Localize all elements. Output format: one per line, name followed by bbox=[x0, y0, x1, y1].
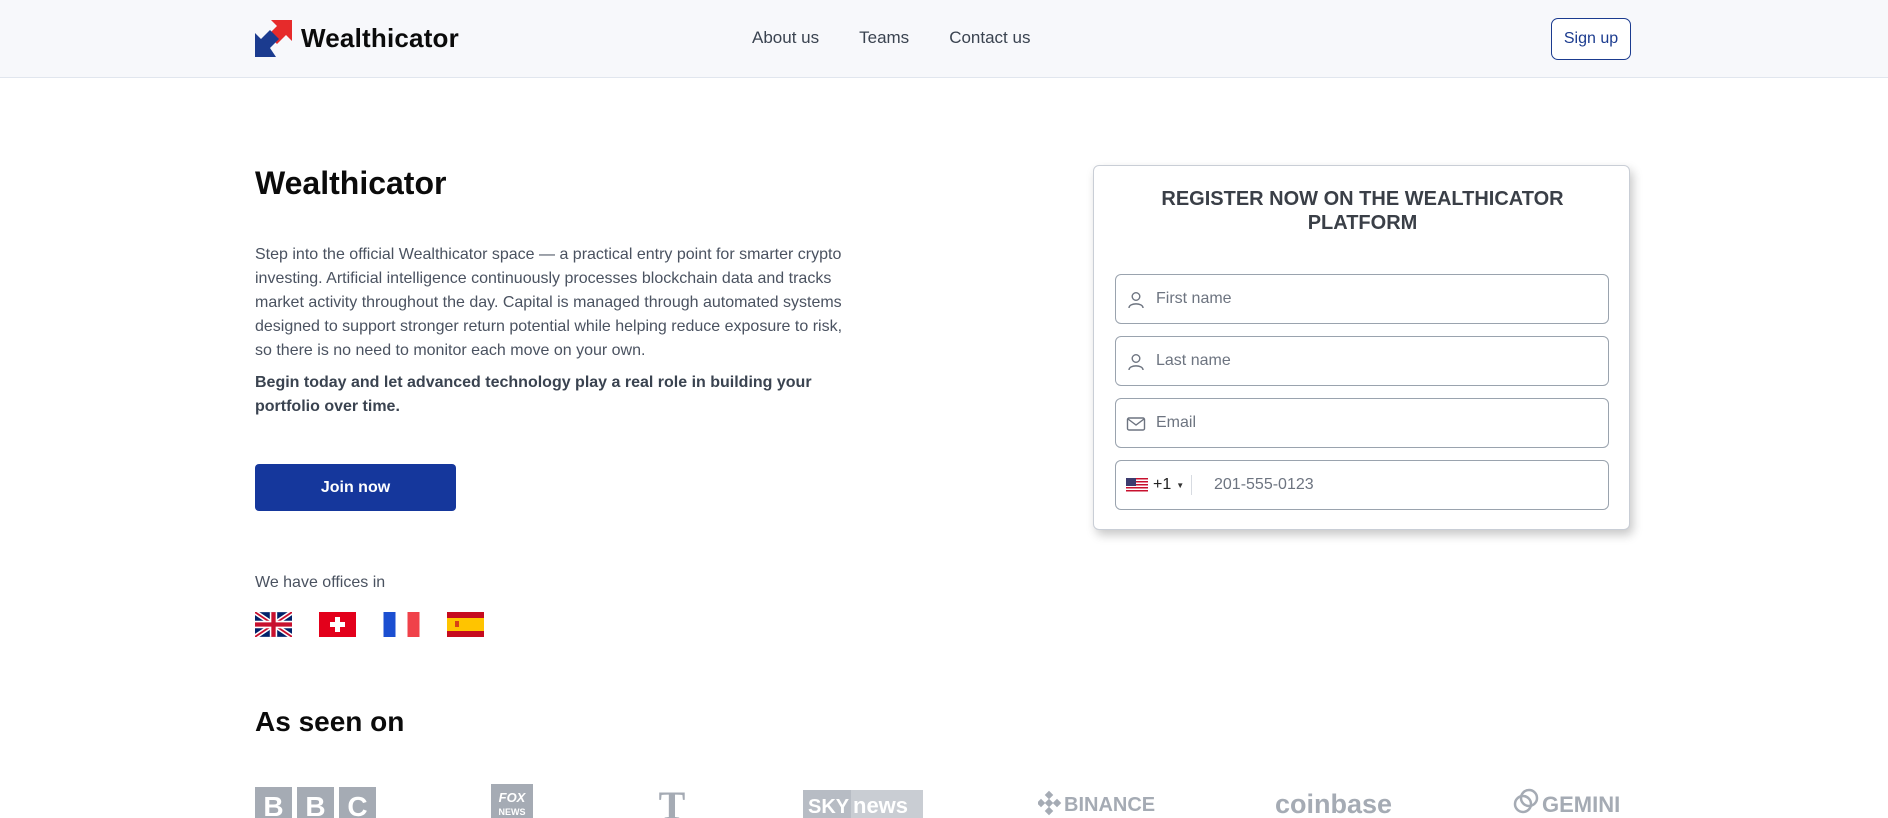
svg-text:coinbase: coinbase bbox=[1275, 789, 1392, 818]
svg-text:news: news bbox=[853, 793, 908, 818]
main-nav: About us Teams Contact us bbox=[752, 28, 1070, 48]
press-logos: B B C FOX NEWS T SKY news BINANCE coinba… bbox=[255, 783, 1633, 818]
svg-text:BINANCE: BINANCE bbox=[1064, 794, 1155, 816]
last-name-field[interactable] bbox=[1115, 336, 1609, 386]
svg-text:B: B bbox=[263, 791, 283, 818]
brand-logo[interactable]: Wealthicator bbox=[255, 20, 459, 57]
gemini-logo: GEMINI bbox=[1512, 783, 1633, 818]
sign-up-button[interactable]: Sign up bbox=[1551, 18, 1631, 60]
svg-text:GEMINI: GEMINI bbox=[1542, 792, 1620, 817]
france-flag-icon bbox=[383, 612, 420, 637]
svg-text:C: C bbox=[347, 791, 367, 818]
phone-field[interactable]: +1 ▼ bbox=[1115, 460, 1609, 510]
spain-flag-icon bbox=[447, 612, 484, 637]
bbc-logo: B B C bbox=[255, 783, 376, 818]
phone-divider bbox=[1191, 475, 1192, 495]
as-seen-on-title: As seen on bbox=[255, 706, 405, 737]
fox-news-logo: FOX NEWS bbox=[491, 783, 533, 818]
offices-label: We have offices in bbox=[255, 574, 386, 591]
wealthicator-logo-icon bbox=[255, 20, 292, 57]
email-field[interactable] bbox=[1115, 398, 1609, 448]
phone-country-code: +1 bbox=[1153, 476, 1172, 493]
hero-description: Step into the official Wealthicator spac… bbox=[255, 246, 843, 359]
coinbase-logo: coinbase bbox=[1275, 783, 1397, 818]
register-card: REGISTER NOW ON THE WEALTHICATOR PLATFOR… bbox=[1093, 165, 1630, 530]
svg-text:NEWS: NEWS bbox=[499, 807, 526, 817]
last-name-input[interactable] bbox=[1156, 337, 1596, 385]
first-name-field[interactable] bbox=[1115, 274, 1609, 324]
binance-logo: BINANCE bbox=[1036, 783, 1160, 818]
svg-text:SKY: SKY bbox=[808, 796, 850, 818]
office-flags bbox=[255, 612, 511, 637]
uk-flag-icon bbox=[255, 612, 292, 637]
hero-callout: Begin today and let advanced technology … bbox=[255, 374, 812, 415]
brand-name: Wealthicator bbox=[301, 23, 459, 53]
join-now-button[interactable]: Join now bbox=[255, 464, 456, 511]
user-icon bbox=[1128, 292, 1144, 309]
first-name-input[interactable] bbox=[1156, 275, 1596, 323]
nav-contact-us[interactable]: Contact us bbox=[949, 28, 1030, 48]
site-header: Wealthicator About us Teams Contact us S… bbox=[0, 0, 1888, 78]
user-icon bbox=[1128, 354, 1144, 371]
svg-text:FOX: FOX bbox=[499, 790, 527, 805]
svg-text:B: B bbox=[305, 791, 325, 818]
svg-text:T: T bbox=[659, 783, 686, 818]
chevron-down-icon: ▼ bbox=[1176, 480, 1185, 490]
sky-news-logo: SKY news bbox=[803, 783, 923, 818]
email-input[interactable] bbox=[1156, 399, 1596, 447]
hero-title: Wealthicator bbox=[255, 165, 447, 201]
us-flag-icon bbox=[1126, 477, 1148, 493]
mail-icon bbox=[1126, 417, 1146, 431]
nav-about-us[interactable]: About us bbox=[752, 28, 819, 48]
switzerland-flag-icon bbox=[319, 612, 356, 637]
nav-teams[interactable]: Teams bbox=[859, 28, 909, 48]
country-code-selector[interactable]: +1 ▼ bbox=[1126, 461, 1184, 509]
nyt-logo: T bbox=[652, 783, 692, 818]
phone-input[interactable] bbox=[1214, 461, 1594, 509]
register-title: REGISTER NOW ON THE WEALTHICATOR PLATFOR… bbox=[1161, 188, 1564, 234]
